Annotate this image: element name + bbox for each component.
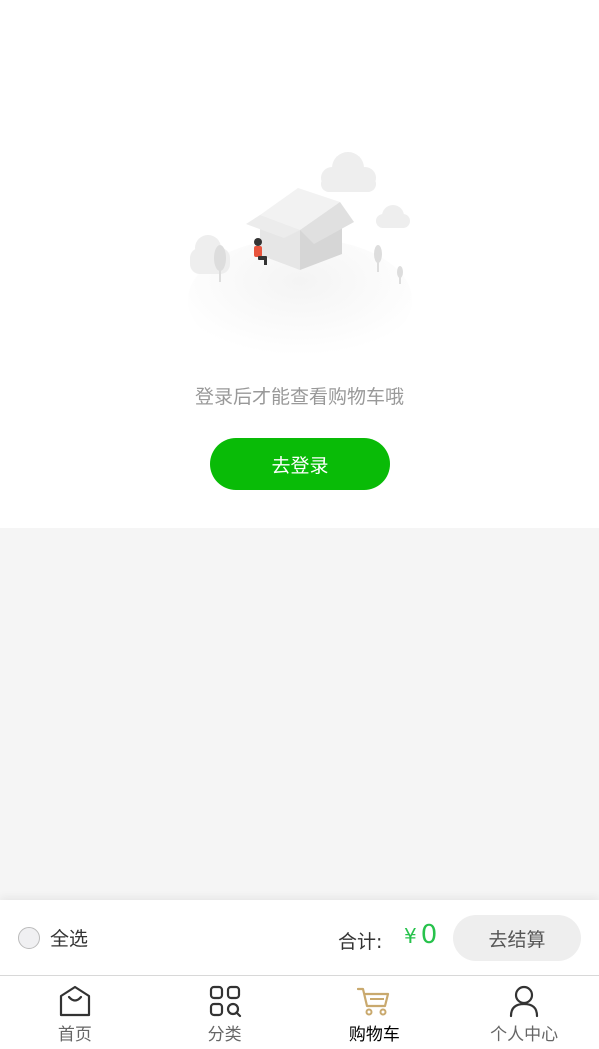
- total-price: ¥ 0: [404, 920, 437, 950]
- tab-home[interactable]: 首页: [0, 976, 150, 1049]
- empty-cart-message: 登录后才能查看购物车哦: [194, 386, 404, 408]
- currency-symbol: ¥: [404, 924, 417, 948]
- total-amount: 0: [420, 920, 438, 950]
- total-label: 合计:: [338, 931, 383, 953]
- bottom-tab-bar: 首页 分类 购物车 个人中心: [0, 976, 599, 1049]
- category-icon: [209, 985, 241, 1018]
- tab-home-label: 首页: [57, 1025, 92, 1045]
- empty-box-illustration: [188, 152, 412, 362]
- tab-cart[interactable]: 购物车: [300, 976, 450, 1049]
- cart-icon: [357, 987, 390, 1016]
- tab-category-label: 分类: [207, 1025, 242, 1045]
- tab-category[interactable]: 分类: [150, 976, 300, 1049]
- empty-cart-section: 登录后才能查看购物车哦 去登录: [0, 0, 599, 528]
- select-all-label: 全选: [50, 928, 89, 950]
- tab-cart-label: 购物车: [348, 1025, 400, 1045]
- tab-profile-label: 个人中心: [490, 1025, 559, 1045]
- checkout-bar: 全选 合计: ¥ 0 去结算: [0, 900, 599, 976]
- user-icon: [510, 985, 539, 1018]
- home-icon: [59, 985, 90, 1017]
- select-all-toggle[interactable]: 全选: [18, 924, 88, 951]
- checkout-button[interactable]: 去结算: [453, 915, 581, 961]
- select-all-checkbox[interactable]: [18, 926, 40, 949]
- tab-profile[interactable]: 个人中心: [449, 976, 599, 1049]
- login-button[interactable]: 去登录: [210, 438, 390, 490]
